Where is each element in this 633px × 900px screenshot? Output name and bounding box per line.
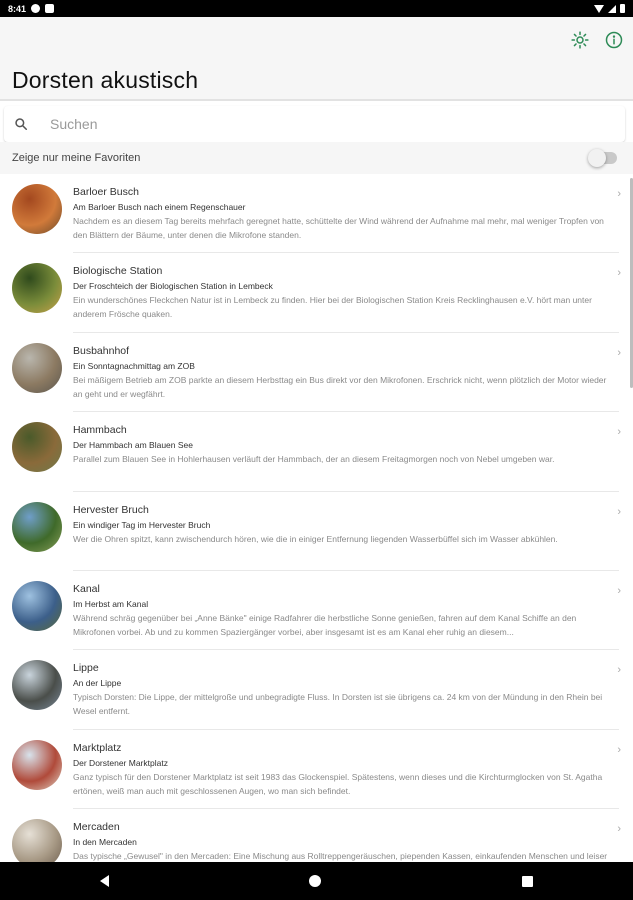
recent-apps-icon[interactable] (521, 875, 533, 887)
list-item-description: Das typische „Gewusel" in den Mercaden: … (73, 851, 608, 862)
wifi-icon (594, 4, 604, 13)
favorites-filter-row: Zeige nur meine Favoriten (0, 142, 633, 174)
list-item-description: Bei mäßigem Betrieb am ZOB parkte an die… (73, 374, 607, 399)
list-item-content: Hammbach Der Hammbach am Blauen See Parall… (73, 424, 619, 492)
favorites-toggle-knob (588, 149, 606, 167)
home-icon[interactable] (309, 875, 322, 887)
favorites-toggle[interactable] (588, 149, 617, 167)
location-thumbnail (12, 501, 62, 552)
list-item-content: Barloer Busch Am Barloer Busch nach einem… (73, 186, 619, 254)
location-thumbnail (12, 739, 62, 790)
list-item-content: Biologische Station Der Froschteich der B… (73, 265, 619, 333)
list-item-title: Barloer Busch (73, 186, 139, 198)
list-item-subtitle: Am Barloer Busch nach einem Regenschauer (73, 202, 246, 212)
location-thumbnail (12, 342, 62, 393)
notification-icon (31, 4, 41, 13)
list-item-title: Mercaden (73, 821, 120, 834)
chevron-right-icon: › (617, 426, 621, 439)
sound-list: Barloer Busch Am Barloer Busch nach einem… (0, 174, 633, 862)
brightness-icon[interactable] (571, 31, 589, 49)
chevron-right-icon: › (617, 188, 621, 200)
list-item-title: Lippe (73, 662, 99, 675)
list-item[interactable]: Marktplatz Der Dorstener Marktplatz Ganz t… (0, 730, 633, 810)
list-item-description: Parallel zum Blauen See in Hohlerhausen … (73, 454, 555, 465)
list-item-subtitle: Ein windiger Tag im Hervester Bruch (73, 519, 211, 530)
location-thumbnail (12, 580, 62, 631)
list-item-subtitle: Ein Sonntagnachmittag am ZOB (73, 360, 195, 371)
search-input[interactable] (50, 116, 590, 132)
list-item-subtitle: An der Lippe (73, 678, 122, 689)
list-item[interactable]: Barloer Busch Am Barloer Busch nach einem… (0, 174, 633, 254)
list-item-title: Hammbach (73, 424, 127, 437)
chevron-right-icon: › (617, 664, 621, 677)
list-item-content: Lippe An der Lippe Typisch Dorsten: Die Li… (73, 662, 619, 730)
list-item-subtitle: Der Froschteich der Biologischen Station… (73, 281, 273, 292)
list-item[interactable]: Hammbach Der Hammbach am Blauen See Parall… (0, 412, 633, 492)
list-item-description: Ein wunderschönes Fleckchen Natur ist in… (73, 295, 592, 320)
list-item-title: Hervester Bruch (73, 503, 149, 516)
list-item-description: Nachdem es an diesem Tag bereits mehrfac… (73, 216, 604, 240)
app-bar: Dorsten akustisch (0, 17, 633, 101)
list-item-subtitle: Im Herbst am Kanal (73, 598, 149, 609)
list-item-subtitle: In den Mercaden (73, 837, 137, 848)
list-item-content: Mercaden In den Mercaden Das typische „Gew… (73, 821, 619, 862)
list-item-description: Ganz typisch für den Dorstener Marktplat… (73, 771, 603, 796)
list-item-title: Busbahnhof (73, 344, 130, 357)
storage-icon (45, 4, 55, 13)
list-item-title: Kanal (73, 582, 100, 595)
list-item-description: Typisch Dorsten: Die Lippe, der mittelgr… (73, 692, 603, 717)
status-bar: 8:41 (0, 0, 633, 17)
list-item-description: Während schräg gegenüber bei „Anne Bänke… (73, 612, 577, 637)
list-item-subtitle: Der Hammbach am Blauen See (73, 440, 194, 451)
list-item[interactable]: Mercaden In den Mercaden Das typische „Gew… (0, 809, 633, 862)
chevron-right-icon: › (617, 743, 621, 756)
list-item[interactable]: Kanal Im Herbst am Kanal Während schräg ge… (0, 571, 633, 651)
search-bar[interactable] (4, 106, 625, 142)
location-thumbnail (12, 422, 62, 473)
list-item-content: Hervester Bruch Ein windiger Tag im Herve… (73, 504, 619, 571)
location-thumbnail (12, 660, 62, 711)
signal-icon (608, 4, 616, 13)
location-thumbnail (12, 819, 62, 862)
list-item-description: Wer die Ohren spitzt, kann zwischendurch… (73, 533, 558, 544)
chevron-right-icon: › (617, 267, 621, 280)
location-thumbnail (12, 263, 62, 314)
favorites-filter-label: Zeige nur meine Favoriten (12, 152, 141, 164)
list-item-content: Kanal Im Herbst am Kanal Während schräg ge… (73, 582, 619, 651)
location-thumbnail (12, 184, 62, 234)
list-item[interactable]: Busbahnhof Ein Sonntagnachmittag am ZOB Be… (0, 333, 633, 413)
system-nav-bar (0, 862, 633, 900)
back-icon[interactable] (100, 875, 110, 887)
list-item[interactable]: Hervester Bruch Ein windiger Tag im Herve… (0, 492, 633, 571)
info-icon[interactable] (605, 31, 623, 49)
list-item[interactable]: Biologische Station Der Froschteich der B… (0, 253, 633, 333)
chevron-right-icon: › (617, 823, 621, 836)
list-item-subtitle: Der Dorstener Marktplatz (73, 757, 168, 768)
chevron-right-icon: › (617, 584, 621, 597)
list-item-content: Marktplatz Der Dorstener Marktplatz Ganz t… (73, 741, 619, 810)
list-item-content: Busbahnhof Ein Sonntagnachmittag am ZOB Be… (73, 344, 619, 413)
list-item[interactable]: Lippe An der Lippe Typisch Dorsten: Die Li… (0, 650, 633, 730)
page-title: Dorsten akustisch (12, 67, 199, 93)
search-icon (14, 117, 28, 131)
chevron-right-icon: › (617, 505, 621, 518)
battery-icon (620, 4, 625, 13)
chevron-right-icon: › (617, 346, 621, 359)
list-item-title: Biologische Station (73, 265, 163, 278)
list-item-title: Marktplatz (73, 741, 122, 754)
status-time: 8:41 (8, 3, 27, 14)
